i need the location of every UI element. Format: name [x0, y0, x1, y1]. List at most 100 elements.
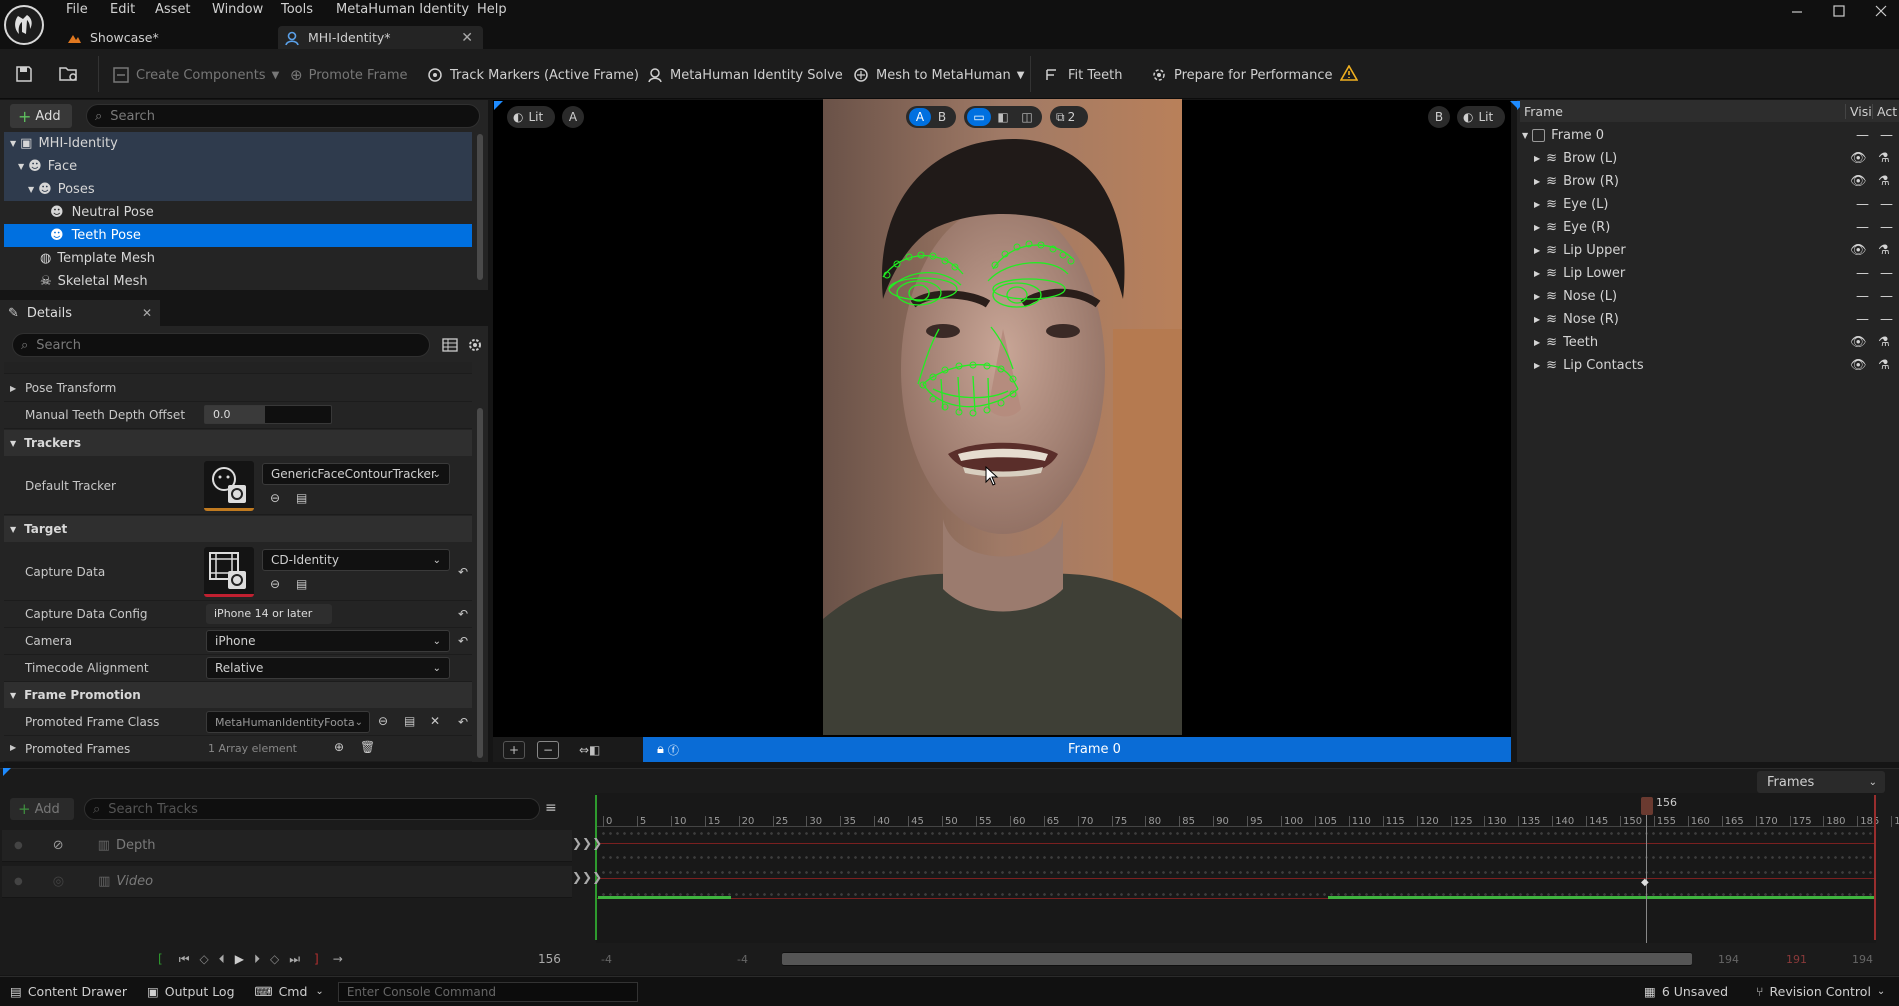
timecode-dropdown[interactable]: Relative ⌄ [206, 657, 450, 679]
eye-icon[interactable]: 👁︎ [1850, 151, 1867, 166]
details-search-input[interactable]: ⌕ Search [12, 333, 430, 357]
track-row-depth[interactable]: ● ⊘ ▥ Depth [2, 830, 572, 862]
close-tab-icon[interactable]: ✕ [461, 30, 473, 46]
view-b-badge[interactable]: B [1428, 106, 1450, 128]
view-a-button[interactable]: A [909, 108, 931, 126]
play-end-field[interactable]: 191 [1786, 953, 1807, 966]
timeline-scroll-thumb[interactable] [782, 953, 1692, 965]
identity-solve-button[interactable]: MetaHuman Identity Solve [646, 60, 843, 90]
close-tab-icon[interactable]: ✕ [142, 306, 152, 320]
promoted-frames-row[interactable]: ▶ Promoted Frames 1 Array element ⊕ 🗑 [4, 736, 472, 762]
trash-icon[interactable]: 🗑 [360, 740, 375, 754]
menu-help[interactable]: Help [477, 2, 507, 20]
browse-folder-icon[interactable]: ▤ [296, 577, 307, 591]
lit-mode-button-right[interactable]: ◐ Lit [1457, 106, 1505, 128]
reset-arrow-icon[interactable]: ↶ [458, 634, 468, 648]
tree-item-poses[interactable]: ▼ ☻ Poses [4, 178, 472, 201]
flask-icon[interactable]: ⚗ [1878, 358, 1890, 373]
tree-item-template-mesh[interactable]: ◍ Template Mesh [4, 247, 472, 270]
frame-bar[interactable]: 🔒︎ ⓕ Frame 0 [643, 737, 1511, 762]
filter-icon[interactable]: ≡ [545, 800, 557, 816]
console-command-input[interactable]: Enter Console Command [337, 981, 638, 1002]
checkbox[interactable] [1532, 129, 1546, 142]
frame-curve-row[interactable]: ▶ ≋ Lip Lower — — [1520, 262, 1893, 285]
frame-info-icon[interactable]: ⓕ [668, 742, 679, 758]
frame-curve-row[interactable]: ▶ ≋ Lip Upper 👁︎ ⚗ [1520, 239, 1892, 262]
playhead-handle[interactable] [1641, 797, 1653, 815]
tree-item-face[interactable]: ▼ ☻ Face [4, 155, 472, 178]
lock-frame-icon[interactable]: 🔒︎ [657, 742, 664, 757]
view-end-field[interactable]: 194 [1852, 953, 1873, 966]
no-entry-icon[interactable]: ⊘ [53, 838, 64, 853]
expand-arrows-icon[interactable]: ❯❯❯ [572, 836, 602, 850]
expand-arrows-icon[interactable]: ❯❯❯ [572, 870, 602, 884]
revision-control-button[interactable]: ⑂ Revision Control ⌄ [1756, 984, 1885, 999]
clear-icon[interactable]: ✕ [430, 714, 440, 728]
mesh-to-metahuman-button[interactable]: Mesh to MetaHuman ▼ [852, 60, 1024, 90]
visible-dash-icon[interactable]: — [1856, 289, 1869, 304]
visible-dash-icon[interactable]: — [1856, 128, 1869, 143]
warning-icon[interactable] [1340, 65, 1358, 81]
frames-dropdown[interactable]: Frames ⌄ [1757, 771, 1885, 793]
tracker-thumbnail[interactable] [204, 461, 254, 511]
pose-transform-row[interactable]: ▶ Pose Transform [4, 375, 472, 402]
loop-icon[interactable]: → [333, 952, 343, 966]
frame-curve-row[interactable]: ▶ ≋ Nose (L) — — [1520, 285, 1893, 308]
step-back-icon[interactable]: ⏴ [219, 952, 225, 967]
working-end-field[interactable]: 194 [1718, 953, 1739, 966]
remove-frame-icon[interactable]: − [537, 740, 559, 759]
jump-start-icon[interactable]: ⏮ [179, 952, 190, 967]
wipe-view-icon[interactable]: ◧ [991, 108, 1015, 126]
browse-folder-icon[interactable]: ▤ [404, 714, 415, 728]
camera-count-button[interactable]: ⧉ 2 [1050, 106, 1088, 128]
tree-item-neutral-pose[interactable]: ☻ Neutral Pose [4, 201, 472, 224]
flask-icon[interactable]: ⚗ [1878, 243, 1890, 258]
frame-curve-row[interactable]: ▶ ≋ Lip Contacts 👁︎ ⚗ [1520, 354, 1892, 377]
working-start-field[interactable]: -4 [737, 953, 748, 966]
camera-fit-icon[interactable]: ⇔◧ [579, 743, 600, 757]
track-markers-button[interactable]: Track Markers (Active Frame) [426, 60, 639, 90]
view-start-field[interactable]: -4 [601, 953, 612, 966]
lock-icon[interactable]: ● [14, 840, 23, 851]
browse-folder-icon[interactable]: ▤ [296, 491, 307, 505]
section-target[interactable]: ▼ Target [4, 516, 472, 542]
minimize-icon[interactable] [1788, 2, 1806, 20]
add-element-icon[interactable]: ⊕ [334, 740, 344, 754]
promote-frame-button[interactable]: ⊕ Promote Frame [290, 60, 408, 90]
browse-icon[interactable] [58, 64, 80, 84]
content-drawer-button[interactable]: ▤ Content Drawer [10, 984, 127, 999]
reset-arrow-icon[interactable]: ↶ [458, 607, 468, 621]
set-start-icon[interactable]: [ [158, 952, 163, 966]
unsaved-button[interactable]: ▦ 6 Unsaved [1644, 984, 1728, 999]
capture-data-thumbnail[interactable] [204, 547, 254, 597]
column-visible[interactable]: Visi [1845, 103, 1872, 119]
tree-item-teeth-pose[interactable]: ☻ Teeth Pose [4, 224, 472, 247]
play-icon[interactable]: ▶ [235, 952, 244, 966]
frame-curve-row[interactable]: ▶ ≋ Eye (R) — — [1520, 216, 1893, 239]
promoted-class-dropdown[interactable]: MetaHumanIdentityFootag ⌄ [206, 711, 370, 733]
frame-root-row[interactable]: ▼ Frame 0 — — [1520, 124, 1893, 147]
eye-icon[interactable]: ◎ [53, 874, 64, 889]
section-trackers[interactable]: ▼ Trackers [4, 430, 472, 456]
outliner-scrollbar[interactable] [477, 134, 483, 280]
set-end-icon[interactable]: ] [314, 952, 319, 966]
add-frame-icon[interactable]: + [503, 740, 525, 759]
single-view-icon[interactable]: ▭ [967, 108, 991, 126]
frame-curve-row[interactable]: ▶ ≋ Brow (L) 👁︎ ⚗ [1520, 147, 1892, 170]
menu-window[interactable]: Window [212, 2, 263, 20]
eye-icon[interactable]: 👁︎ [1850, 174, 1867, 189]
eye-icon[interactable]: 👁︎ [1850, 243, 1867, 258]
maximize-icon[interactable] [1830, 2, 1848, 20]
close-window-icon[interactable] [1872, 2, 1890, 20]
add-track-button[interactable]: + Add [10, 798, 74, 820]
track-row-video[interactable]: ● ◎ ▥ Video [2, 866, 572, 898]
component-search-input[interactable]: ⌕ Search [86, 104, 480, 128]
flask-icon[interactable]: ⚗ [1878, 174, 1890, 189]
view-a-badge[interactable]: A [562, 106, 584, 128]
prepare-performance-button[interactable]: Prepare for Performance [1150, 60, 1332, 90]
tab-mhi-identity[interactable]: MHI-Identity* ✕ [278, 26, 483, 49]
active-dash-icon[interactable]: — [1880, 266, 1893, 281]
start-marker[interactable] [595, 795, 597, 940]
track-search-input[interactable]: ⌕ Search Tracks [84, 798, 540, 820]
flask-icon[interactable]: ⚗ [1878, 335, 1890, 350]
